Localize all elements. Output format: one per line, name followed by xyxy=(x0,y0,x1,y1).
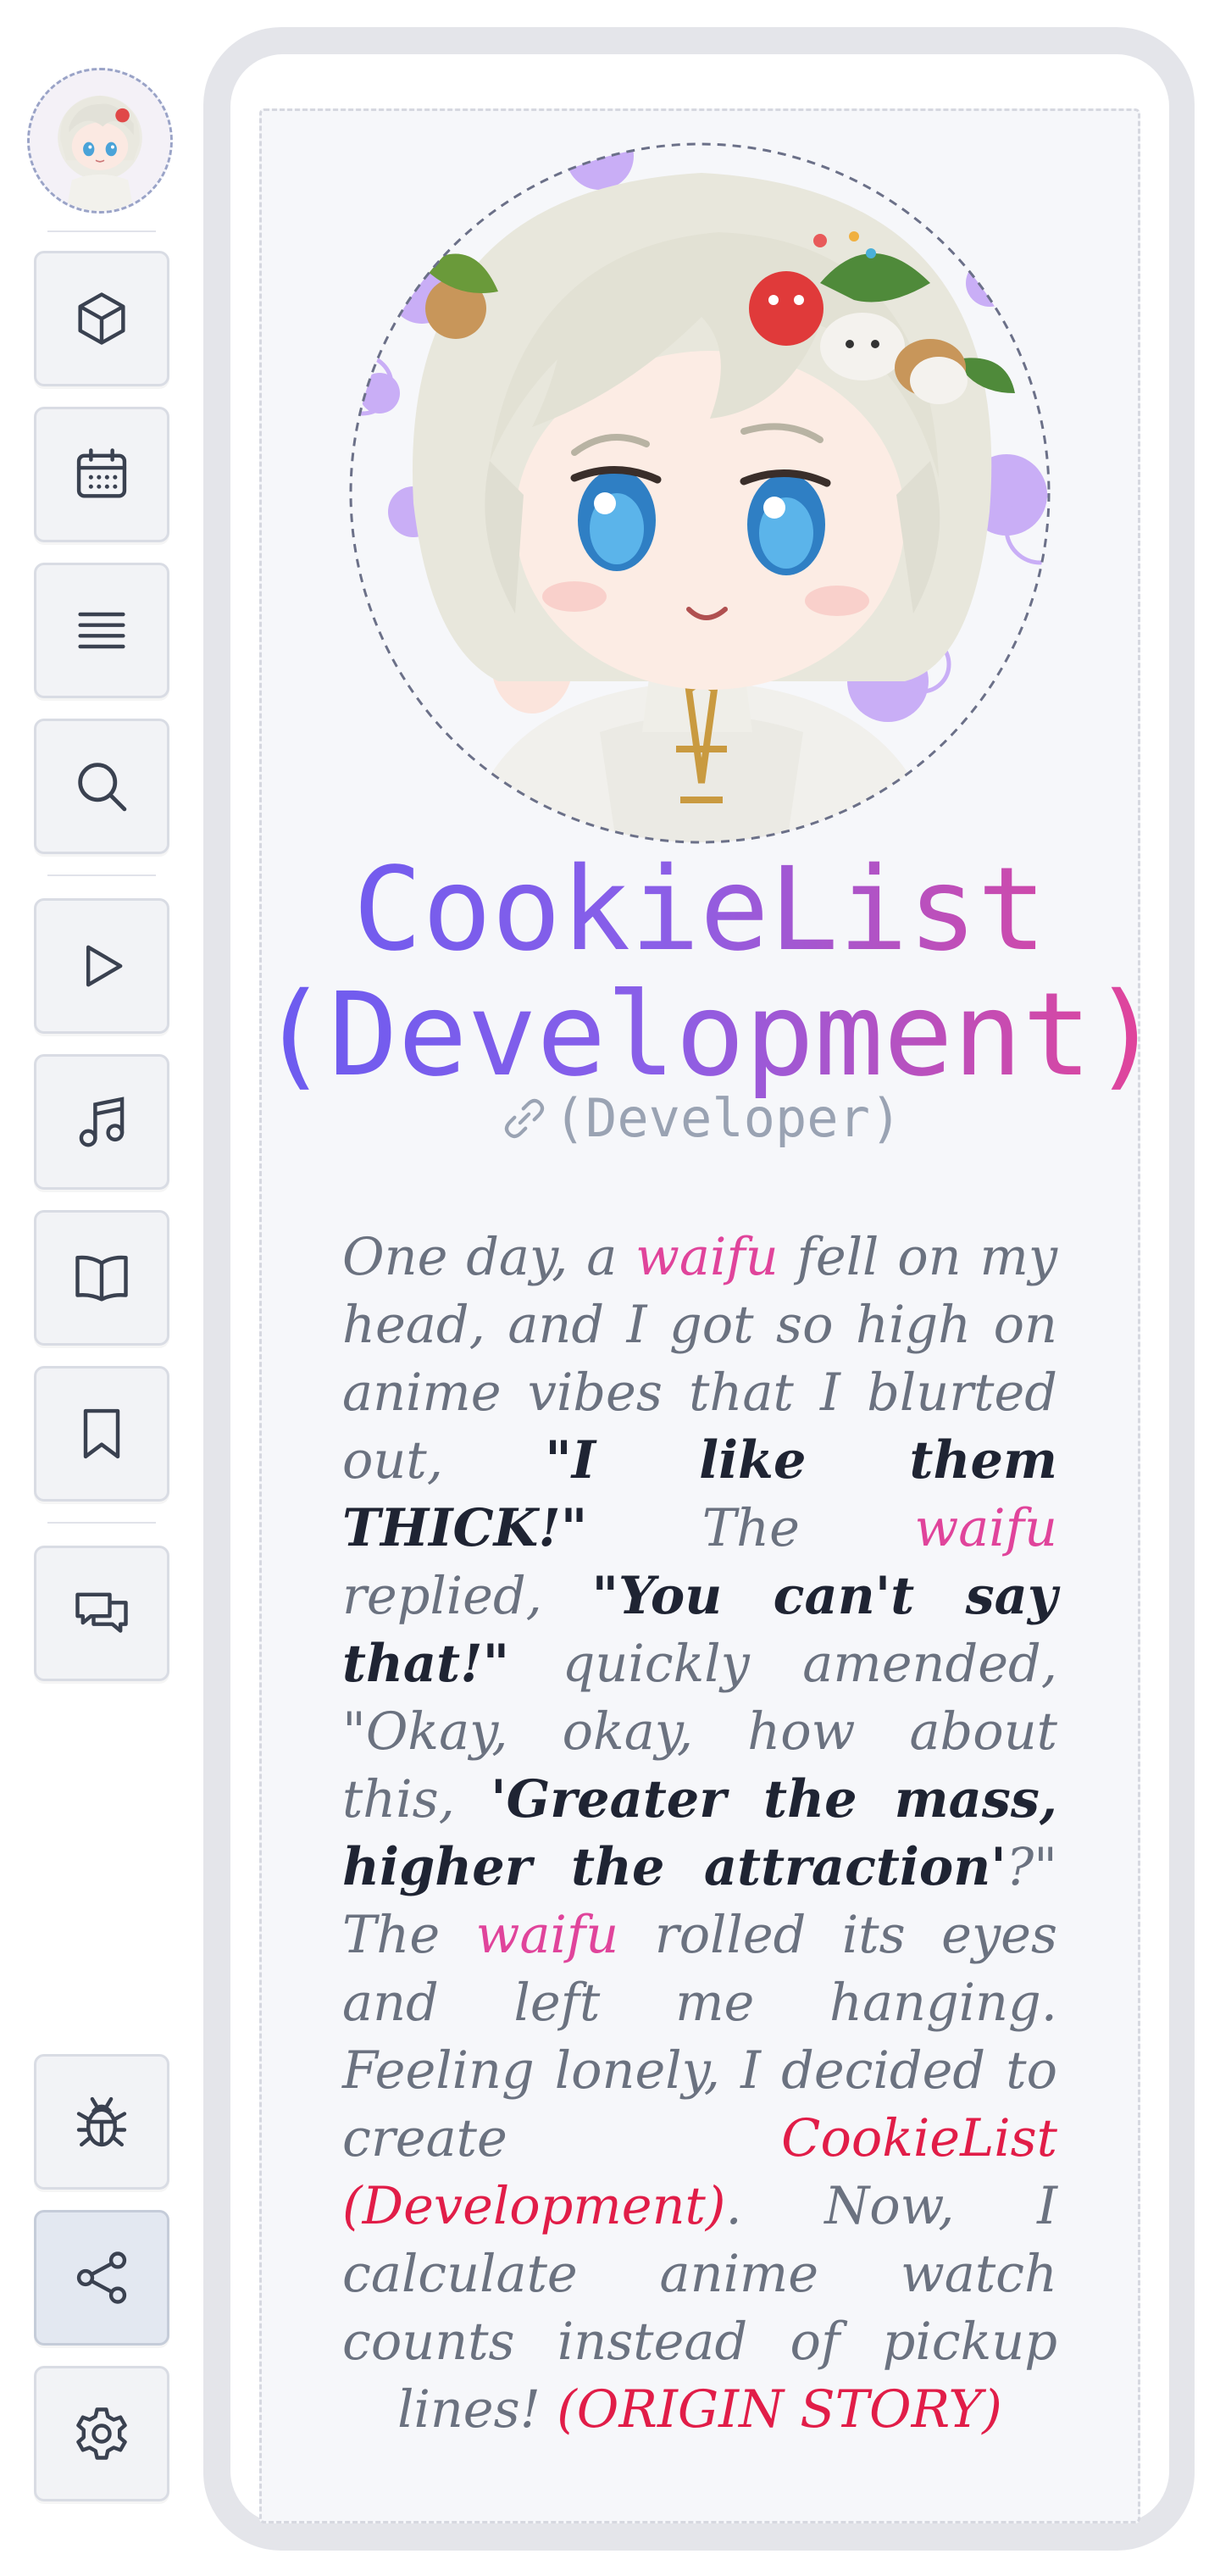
sidebar-item-play[interactable] xyxy=(34,898,169,1034)
story-highlight: waifu xyxy=(914,1499,1057,1558)
sidebar-divider xyxy=(47,230,156,232)
book-icon xyxy=(75,1255,128,1302)
music-icon xyxy=(79,1096,125,1147)
sidebar-item-settings[interactable] xyxy=(34,2366,169,2501)
share-icon xyxy=(76,2251,127,2304)
sidebar-item-chat[interactable] xyxy=(34,1546,169,1681)
cube-icon xyxy=(78,292,125,345)
link-icon xyxy=(504,1098,544,1139)
sidebar-item-share[interactable] xyxy=(34,2210,169,2346)
title-line-2: (Development) xyxy=(259,969,1162,1102)
title-line-1: CookieList xyxy=(352,843,1047,977)
sidebar xyxy=(0,0,203,2576)
chat-icon xyxy=(75,1592,128,1633)
sidebar-item-book[interactable] xyxy=(34,1210,169,1346)
sidebar-divider xyxy=(47,874,156,876)
sidebar-item-list[interactable] xyxy=(34,563,169,698)
search-icon xyxy=(78,763,127,812)
sidebar-divider xyxy=(47,1522,156,1524)
play-icon xyxy=(86,945,123,987)
story-text: One day, a xyxy=(342,1228,636,1287)
sidebar-item-cube[interactable] xyxy=(34,251,169,386)
gear-icon xyxy=(76,2407,127,2460)
role-label: (Developer) xyxy=(553,1087,902,1149)
story-text: The xyxy=(587,1499,915,1558)
story-highlight: waifu xyxy=(635,1228,779,1287)
avatar[interactable] xyxy=(27,68,173,214)
story-highlight: waifu xyxy=(475,1906,619,1965)
sidebar-item-bug[interactable] xyxy=(34,2054,169,2190)
portrait-image xyxy=(349,142,1051,844)
story-origin-tag: (ORIGIN STORY) xyxy=(557,2380,1002,2440)
story-text: replied, xyxy=(342,1567,592,1626)
sidebar-item-music[interactable] xyxy=(34,1054,169,1190)
calendar-icon xyxy=(76,448,127,498)
avatar-image xyxy=(30,70,170,211)
bug-icon xyxy=(76,2096,127,2147)
page-title: CookieList (Development) xyxy=(259,847,1140,1098)
sidebar-item-calendar[interactable] xyxy=(34,407,169,542)
role-link[interactable]: (Developer) xyxy=(259,1085,1140,1152)
sidebar-item-search[interactable] xyxy=(34,719,169,854)
list-icon xyxy=(78,612,125,649)
sidebar-item-bookmark[interactable] xyxy=(34,1366,169,1502)
origin-story: One day, a waifu fell on my head, and I … xyxy=(342,1224,1057,2444)
bookmark-icon xyxy=(83,1408,120,1459)
profile-portrait xyxy=(346,139,1054,847)
